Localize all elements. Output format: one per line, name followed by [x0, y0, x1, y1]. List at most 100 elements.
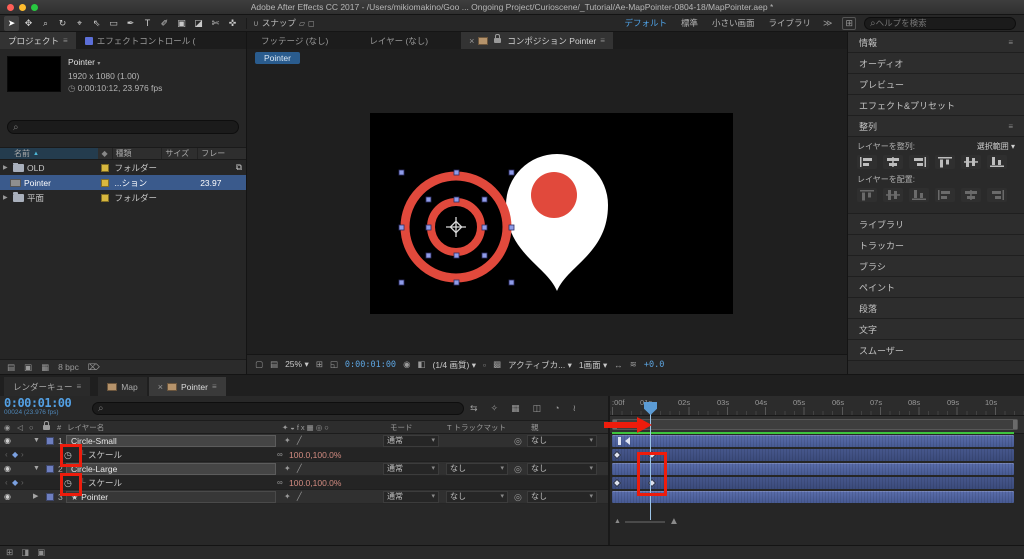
pixel-aspect-icon[interactable]: ↔ — [614, 360, 623, 370]
tab-pointer-timeline[interactable]: × Pointer ≡ — [148, 377, 226, 396]
parent-column-header[interactable]: 親 — [531, 421, 539, 434]
graph-editor-icon[interactable]: ≀ — [573, 403, 576, 414]
property-track-scale-1[interactable] — [612, 449, 1014, 461]
zoom-in-icon[interactable]: ▲ — [669, 516, 679, 527]
property-value[interactable]: 100.0,100.0% — [289, 448, 341, 462]
twirl-icon[interactable]: ▼ — [33, 434, 40, 448]
snap-toggle[interactable]: ∪ スナップ ▱ ◻ — [253, 17, 315, 29]
layer-row-circle-large[interactable]: ◉ ▼ 2 Circle-Large ✦ ╱ 通常 ▾ なし ▾ ◎ なし ▾ — [0, 462, 608, 476]
column-header-label[interactable]: ◆ — [98, 149, 112, 158]
layer-bar-circle-small[interactable] — [612, 435, 1014, 447]
twirl-icon[interactable]: ▶ — [33, 490, 38, 504]
workspace-small-screen[interactable]: 小さい画面 — [712, 17, 755, 29]
help-search-input[interactable] — [875, 18, 1010, 28]
puppet-pin-tool-icon[interactable]: ✜ — [225, 16, 240, 31]
workspace-overflow-button[interactable]: ≫ — [823, 18, 832, 29]
draft-3d-icon[interactable]: ✧ — [491, 403, 499, 414]
view-select[interactable]: アクティブカ... ▾ — [508, 359, 572, 371]
panel-menu-icon[interactable]: ≡ — [63, 36, 68, 45]
interpret-footage-icon[interactable]: ▤ — [7, 362, 15, 373]
keyframe[interactable] — [612, 450, 622, 460]
snap-option-1-icon[interactable]: ▱ — [299, 19, 305, 28]
eye-toggle[interactable]: ◉ — [4, 490, 11, 504]
panel-align[interactable]: 整列 ≡ — [848, 116, 1024, 137]
panel-preview[interactable]: プレビュー — [848, 74, 1024, 95]
column-header-fps[interactable]: フレー — [197, 148, 246, 159]
tab-project[interactable]: プロジェクト ≡ — [0, 32, 76, 49]
time-ruler[interactable]: :00f 01s 02s 03s 04s 05s 06s 07s 08s 09s… — [610, 396, 1024, 416]
tab-composition[interactable]: × コンポジション Pointer ≡ — [461, 32, 613, 49]
trash-icon[interactable]: ⌦ — [88, 362, 100, 373]
layer-name-box[interactable]: Circle-Small — [66, 435, 276, 447]
workspace-library[interactable]: ライブラリ — [769, 17, 812, 29]
roto-brush-tool-icon[interactable]: ✄ — [208, 16, 223, 31]
layer-name-box[interactable]: ★ Pointer — [66, 491, 276, 503]
panel-menu-icon[interactable]: ≡ — [212, 382, 217, 391]
workspace-default[interactable]: デフォルト — [624, 17, 667, 29]
property-row-scale-1[interactable]: ‹ ◆ › ◷ └ スケール ∞ 100.0,100.0% — [0, 448, 608, 462]
zoom-slider[interactable] — [624, 520, 665, 523]
project-bit-depth[interactable]: 8 bpc — [58, 362, 79, 372]
current-timecode[interactable]: 0:00:01:00 00024 (23.976 fps) — [4, 397, 86, 418]
property-name[interactable]: スケール — [88, 448, 122, 462]
label-color[interactable] — [100, 193, 109, 202]
align-left-icon[interactable] — [857, 155, 877, 169]
magnification-select[interactable]: 25% ▾ — [285, 359, 309, 370]
hand-tool-icon[interactable]: ✥ — [21, 16, 36, 31]
parent-select[interactable]: なし ▾ — [527, 491, 597, 503]
project-row-solid[interactable]: ▶ 平面 フォルダー — [0, 190, 246, 205]
panel-menu-icon[interactable]: ≡ — [600, 36, 605, 45]
main-monitor-icon[interactable]: ▤ — [270, 359, 278, 370]
panel-character[interactable]: 文字 — [848, 319, 1024, 340]
project-search-input[interactable] — [18, 122, 233, 132]
timeline-zoom-control[interactable]: ▲ ▲ — [614, 516, 679, 527]
zoom-tool-icon[interactable]: ⌕ — [38, 16, 53, 31]
track-matte-select[interactable]: なし ▾ — [446, 491, 508, 503]
mask-visibility-icon[interactable]: ◱ — [330, 359, 338, 370]
prev-keyframe-icon[interactable]: ‹ — [5, 448, 8, 462]
project-row-pointer[interactable]: Pointer ...ション 23.97 — [0, 175, 246, 190]
panel-menu-icon[interactable]: ≡ — [1008, 122, 1013, 131]
parent-pickwhip-icon[interactable]: ◎ — [514, 490, 522, 504]
close-icon[interactable]: × — [469, 36, 474, 46]
label-color[interactable] — [100, 178, 109, 187]
fullscreen-window-button[interactable] — [31, 4, 38, 11]
composition-stage[interactable] — [370, 113, 733, 314]
align-h-center-icon[interactable] — [883, 155, 903, 169]
parent-select[interactable]: なし ▾ — [527, 463, 597, 475]
label-color[interactable] — [46, 465, 54, 473]
layer-name-column-header[interactable]: レイヤー名 — [67, 421, 104, 434]
eye-toggle[interactable]: ◉ — [4, 434, 11, 448]
frame-blend-icon[interactable]: ◫ — [533, 403, 542, 414]
align-v-center-icon[interactable] — [961, 155, 981, 169]
keyframe-indicator-icon[interactable]: ◆ — [12, 476, 18, 490]
comp-mini-flowchart-icon[interactable]: ⇆ — [470, 403, 478, 414]
tab-map-timeline[interactable]: Map — [98, 377, 147, 396]
region-of-interest-icon[interactable]: ▫ — [483, 360, 486, 370]
snapshot-icon[interactable]: ◉ — [403, 359, 410, 370]
panel-paragraph[interactable]: 段落 — [848, 298, 1024, 319]
rotation-tool-icon[interactable]: ↻ — [55, 16, 70, 31]
distribute-bottom-icon[interactable] — [909, 188, 929, 202]
tab-effect-controls[interactable]: エフェクトコントロール ( — [77, 32, 204, 49]
label-color[interactable] — [46, 437, 54, 445]
composition-viewer[interactable]: Pointer — [247, 49, 847, 354]
toggle-transfer-pane-icon[interactable]: ◨ — [21, 547, 29, 558]
layer-switches[interactable]: ✦ ╱ — [284, 490, 304, 504]
shape-tool-icon[interactable]: ▭ — [106, 16, 121, 31]
always-preview-icon[interactable]: ▢ — [255, 359, 263, 370]
keyframe-marker[interactable] — [625, 437, 630, 445]
timeline-search[interactable]: ⌕ — [92, 401, 464, 415]
layer-switches[interactable]: ✦ ╱ — [284, 434, 304, 448]
property-row-scale-2[interactable]: ‹ ◆ › ◷ └ スケール ∞ 100.0,100.0% — [0, 476, 608, 490]
twirl-icon[interactable]: ▶ — [3, 164, 10, 171]
panel-libraries[interactable]: ライブラリ — [848, 214, 1024, 235]
distribute-left-icon[interactable] — [935, 188, 955, 202]
exposure-value[interactable]: +0.0 — [644, 360, 664, 370]
help-search[interactable]: ⌕ — [864, 16, 1016, 30]
hide-shy-layers-icon[interactable]: ▦ — [511, 403, 520, 414]
prev-keyframe-icon[interactable]: ‹ — [5, 476, 8, 490]
snap-option-2-icon[interactable]: ◻ — [308, 19, 315, 28]
twirl-icon[interactable]: ▼ — [33, 462, 40, 476]
lock-icon[interactable] — [494, 34, 502, 43]
